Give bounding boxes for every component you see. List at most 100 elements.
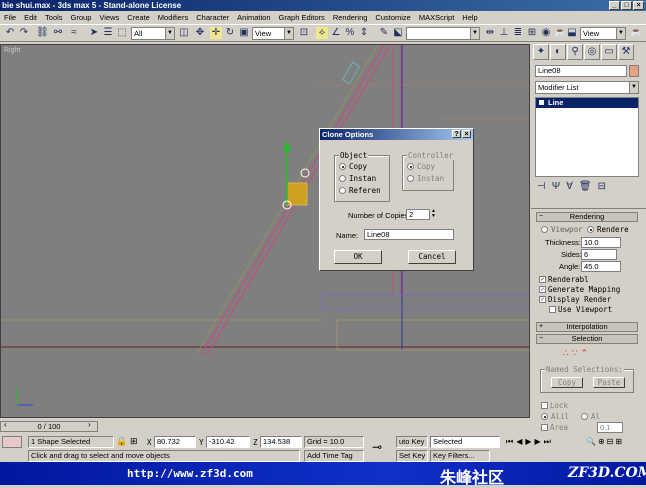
renderable-checkbox[interactable]: ✓ Renderabl bbox=[539, 275, 589, 284]
lock-selection-icon[interactable]: 🔒 bbox=[116, 436, 127, 447]
prev-frame-icon[interactable]: ‹ bbox=[4, 420, 7, 429]
material-editor-icon[interactable]: ◉ bbox=[540, 27, 552, 39]
quick-render-icon[interactable]: ⬓ bbox=[566, 27, 578, 39]
area-input[interactable]: 0.1 bbox=[597, 422, 623, 433]
select-object-icon[interactable]: ➤ bbox=[88, 27, 100, 39]
copies-input[interactable]: 2 bbox=[406, 209, 430, 220]
zoom-extents-icon[interactable]: ⊟ bbox=[607, 437, 614, 446]
render-last-icon[interactable]: ☕ bbox=[630, 27, 642, 39]
maxscript-listener-mini[interactable] bbox=[2, 436, 22, 448]
sub-object-level-icons[interactable]: ∴∵⌃ bbox=[563, 348, 591, 359]
menu-views[interactable]: Views bbox=[95, 13, 123, 22]
object-color-swatch[interactable] bbox=[629, 65, 639, 77]
go-to-end-icon[interactable]: ⏭ bbox=[544, 437, 551, 447]
auto-key-button[interactable]: uto Key bbox=[396, 436, 428, 448]
motion-tab-icon[interactable]: ◎ bbox=[584, 44, 600, 60]
select-and-move-icon[interactable]: ✛ bbox=[210, 27, 222, 39]
display-render-checkbox[interactable]: ✓ Display Render bbox=[539, 295, 611, 304]
menu-edit[interactable]: Edit bbox=[20, 13, 41, 22]
link-icon[interactable]: ⛓ bbox=[36, 27, 49, 39]
make-unique-icon[interactable]: ∀ bbox=[566, 181, 573, 195]
radio-instance[interactable]: Instan bbox=[339, 174, 376, 183]
close-icon[interactable]: × bbox=[633, 1, 644, 10]
undo-icon[interactable]: ↶ bbox=[4, 27, 16, 39]
align-icon[interactable]: ⊥ bbox=[498, 27, 510, 39]
remove-modifier-icon[interactable]: 🗑 bbox=[579, 181, 592, 195]
select-and-scale-icon[interactable]: ▣ bbox=[238, 27, 250, 39]
thickness-input[interactable]: 10.0 bbox=[581, 237, 621, 248]
menu-tools[interactable]: Tools bbox=[41, 13, 67, 22]
pin-stack-icon[interactable]: ⊣ bbox=[537, 181, 546, 195]
show-end-result-icon[interactable]: Ψ bbox=[552, 181, 560, 195]
radio-renderer[interactable]: Rendere bbox=[587, 225, 629, 234]
menu-graph-editors[interactable]: Graph Editors bbox=[275, 13, 329, 22]
snap-toggle-icon[interactable]: ⟡ bbox=[316, 27, 328, 39]
configure-modifier-sets-icon[interactable]: ⊟ bbox=[598, 181, 606, 195]
ok-button[interactable]: OK bbox=[334, 250, 382, 264]
generate-mapping-checkbox[interactable]: ✓ Generate Mapping bbox=[539, 285, 620, 294]
window-crossing-icon[interactable]: ◫ bbox=[178, 27, 190, 39]
edit-named-selection-icon[interactable]: ✎ bbox=[378, 27, 390, 39]
select-and-rotate-icon[interactable]: ↻ bbox=[224, 27, 236, 39]
zoom-extents-all-icon[interactable]: ⊞ bbox=[615, 437, 622, 446]
schematic-view-icon[interactable]: ⊞ bbox=[526, 27, 538, 39]
z-coordinate-input[interactable]: 134.538 bbox=[260, 436, 302, 448]
dialog-title-bar[interactable]: Clone Options ? × bbox=[320, 129, 473, 140]
display-tab-icon[interactable]: ▭ bbox=[601, 44, 617, 60]
key-filters-button[interactable]: Key Filters... bbox=[430, 450, 490, 462]
hierarchy-tab-icon[interactable]: ⚲ bbox=[567, 44, 583, 60]
create-tab-icon[interactable]: ✦ bbox=[533, 44, 549, 60]
sides-input[interactable]: 6 bbox=[581, 249, 617, 260]
zoom-all-icon[interactable]: ⊕ bbox=[598, 437, 605, 446]
cancel-button[interactable]: Cancel bbox=[408, 250, 456, 264]
menu-customize[interactable]: Customize bbox=[371, 13, 414, 22]
help-icon[interactable]: ? bbox=[452, 130, 461, 138]
menu-file[interactable]: File bbox=[0, 13, 20, 22]
area-checkbox[interactable]: Area bbox=[541, 423, 568, 432]
unlink-icon[interactable]: ⚯ bbox=[52, 27, 64, 39]
modify-tab-icon[interactable]: ◐ bbox=[550, 44, 566, 60]
y-coordinate-input[interactable]: -310.42 bbox=[206, 436, 250, 448]
interpolation-rollout-header[interactable]: + Interpolation bbox=[536, 322, 638, 332]
next-frame-icon[interactable]: › bbox=[88, 420, 91, 429]
key-selection-dropdown[interactable]: Selected bbox=[430, 436, 500, 448]
render-scene-icon[interactable]: ☕ bbox=[554, 27, 566, 39]
angle-snap-icon[interactable]: ∠ bbox=[330, 27, 342, 39]
play-icon[interactable]: ▶ bbox=[525, 437, 531, 447]
menu-group[interactable]: Group bbox=[67, 13, 96, 22]
radio-al[interactable]: Al bbox=[581, 412, 600, 421]
maximize-icon[interactable]: □ bbox=[621, 1, 632, 10]
radio-reference[interactable]: Referen bbox=[339, 186, 381, 195]
lock-checkbox[interactable]: Lock bbox=[541, 401, 568, 410]
render-view-dropdown[interactable]: View ▼ bbox=[580, 27, 626, 40]
key-icon[interactable]: ⊸ bbox=[372, 440, 382, 454]
radio-alil[interactable]: Alil bbox=[541, 412, 569, 421]
modifier-list-dropdown[interactable]: Modifier List ▼ bbox=[535, 81, 639, 94]
pivot-center-icon[interactable]: ⊡ bbox=[298, 27, 310, 39]
menu-create[interactable]: Create bbox=[123, 13, 154, 22]
modifier-stack-item-line[interactable]: Line bbox=[536, 98, 638, 108]
add-time-tag-button[interactable]: Add Time Tag bbox=[304, 450, 364, 462]
named-selection-icon[interactable]: ⬕ bbox=[392, 27, 404, 39]
menu-rendering[interactable]: Rendering bbox=[329, 13, 372, 22]
menu-maxscript[interactable]: MAXScript bbox=[415, 13, 458, 22]
redo-icon[interactable]: ↷ bbox=[18, 27, 30, 39]
rendering-rollout-header[interactable]: − Rendering bbox=[536, 212, 638, 222]
window-title-bar[interactable]: bie shui.max - 3ds max 5 - Stand-alone L… bbox=[0, 0, 646, 11]
minimize-icon[interactable]: _ bbox=[609, 1, 620, 10]
menu-animation[interactable]: Animation bbox=[233, 13, 274, 22]
previous-key-icon[interactable]: ◀ bbox=[516, 437, 522, 447]
menu-help[interactable]: Help bbox=[458, 13, 481, 22]
set-key-button[interactable]: Set Key bbox=[396, 450, 428, 462]
use-viewport-checkbox[interactable]: Use Viewport bbox=[549, 305, 612, 314]
zoom-icon[interactable]: 🔍 bbox=[586, 437, 596, 446]
absolute-mode-icon[interactable]: ⊞ bbox=[130, 436, 138, 447]
radio-copy[interactable]: Copy bbox=[339, 162, 367, 171]
next-key-icon[interactable]: ▶ bbox=[535, 437, 541, 447]
paste-button[interactable]: Paste bbox=[593, 377, 625, 388]
menu-modifiers[interactable]: Modifiers bbox=[154, 13, 192, 22]
select-and-link-icon[interactable]: ✥ bbox=[194, 27, 206, 39]
selection-filter-dropdown[interactable]: All ▼ bbox=[131, 27, 175, 40]
x-coordinate-input[interactable]: 80.732 bbox=[154, 436, 196, 448]
track-view-icon[interactable]: ≣ bbox=[512, 27, 524, 39]
